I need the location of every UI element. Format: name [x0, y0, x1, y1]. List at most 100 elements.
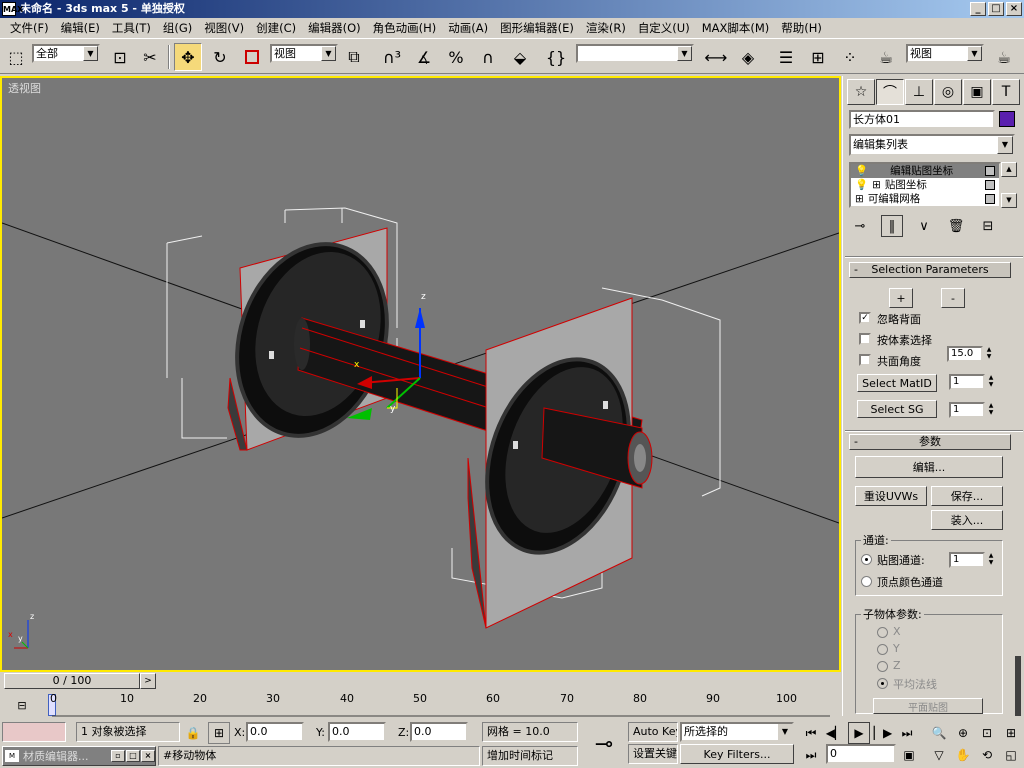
x-coordinate-field[interactable]: 0.0: [246, 722, 304, 742]
parameters-rollout[interactable]: - 参数: [849, 434, 1011, 450]
stack-item[interactable]: 💡 编辑贴图坐标: [851, 164, 999, 178]
panel-scrollbar[interactable]: [1015, 656, 1021, 716]
menu-create[interactable]: 创建(C): [250, 20, 302, 36]
menu-tools[interactable]: 工具(T): [106, 20, 157, 36]
save-button[interactable]: 保存...: [931, 486, 1003, 506]
key-mode-toggle-icon[interactable]: ⏭: [800, 744, 822, 766]
planar-map-button[interactable]: 平面贴图: [873, 698, 983, 714]
angle-snap-icon[interactable]: ∡: [410, 43, 438, 71]
stack-scrollbar[interactable]: ▲ ▼: [1001, 162, 1017, 208]
menu-group[interactable]: 组(G): [157, 20, 198, 36]
spinner-snap-icon[interactable]: ∩: [474, 43, 502, 71]
pin-stack-icon[interactable]: ⊸: [849, 215, 871, 237]
utilities-tab-icon[interactable]: T: [992, 79, 1020, 105]
display-tab-icon[interactable]: ▣: [963, 79, 991, 105]
key-icon[interactable]: ⊸: [586, 730, 622, 758]
scroll-up-icon[interactable]: ▲: [1001, 162, 1017, 177]
close-button[interactable]: ×: [1006, 2, 1022, 16]
menu-animation[interactable]: 动画(A): [442, 20, 494, 36]
object-name-field[interactable]: 长方体01: [849, 110, 995, 129]
y-coordinate-field[interactable]: 0.0: [328, 722, 386, 742]
quick-render-icon[interactable]: ☕: [990, 43, 1018, 71]
schematic-view-icon[interactable]: ⊞: [804, 43, 832, 71]
zoom-extents-icon[interactable]: ⊡: [976, 722, 998, 744]
load-button[interactable]: 装入...: [931, 510, 1003, 530]
edit-uvw-button[interactable]: 编辑...: [855, 456, 1003, 478]
select-by-name-icon[interactable]: ⊡: [106, 43, 134, 71]
key-mode-dropdown[interactable]: 所选择的 ▼: [680, 722, 794, 742]
menu-maxscript[interactable]: MAX脚本(M): [696, 20, 776, 36]
menu-edit[interactable]: 编辑(E): [55, 20, 106, 36]
avg-normals-radio[interactable]: [877, 678, 888, 689]
menu-graph-editors[interactable]: 图形编辑器(E): [494, 20, 580, 36]
auto-key-button[interactable]: Auto Key: [628, 722, 678, 742]
menu-modifiers[interactable]: 编辑器(O): [302, 20, 367, 36]
select-and-link-icon[interactable]: ✂: [136, 43, 164, 71]
vertex-color-channel-radio[interactable]: [861, 576, 872, 587]
minimize-button[interactable]: _: [970, 2, 986, 16]
zoom-extents-all-icon[interactable]: ⊞: [1000, 722, 1022, 744]
track-view-icon[interactable]: ☰: [772, 43, 800, 71]
edit-named-selection-icon[interactable]: {}: [542, 43, 570, 71]
current-frame-field[interactable]: 0: [826, 744, 896, 764]
add-time-tag[interactable]: 增加时间标记: [482, 746, 578, 766]
absolute-mode-icon[interactable]: ⊞: [208, 722, 230, 744]
shrink-selection-button[interactable]: -: [941, 288, 965, 308]
modify-tab-icon[interactable]: ⌒: [876, 79, 904, 105]
selection-filter-dropdown[interactable]: 全部 ▼: [32, 44, 100, 63]
lock-selection-icon[interactable]: 🔒: [182, 722, 204, 744]
select-matid-spinner[interactable]: 1 ▲ ▼: [949, 374, 993, 390]
maximize-icon[interactable]: □: [126, 750, 140, 762]
pivot-center-icon[interactable]: ⧉: [340, 43, 368, 71]
time-config-icon[interactable]: ▣: [898, 744, 920, 766]
remove-modifier-icon[interactable]: 🗑: [945, 215, 967, 237]
prev-frame-icon[interactable]: ◀▏: [824, 722, 846, 744]
named-selection-icon[interactable]: ⬙: [506, 43, 534, 71]
make-unique-icon[interactable]: ∨: [913, 215, 935, 237]
object-color-swatch[interactable]: [999, 111, 1015, 127]
menu-file[interactable]: 文件(F): [4, 20, 55, 36]
select-sg-spinner[interactable]: 1 ▲ ▼: [949, 402, 993, 418]
pan-icon[interactable]: ✋: [952, 744, 974, 766]
track-bar[interactable]: ⊟ 0 10 20 30 40 50 60 70 80 90 100: [0, 692, 841, 718]
render-scene-icon[interactable]: ☕: [872, 43, 900, 71]
play-icon[interactable]: ▶: [848, 722, 870, 744]
maxscript-listener[interactable]: [2, 722, 66, 742]
select-and-rotate-icon[interactable]: ↻: [206, 43, 234, 71]
mirror-icon[interactable]: ⟷: [702, 43, 730, 71]
perspective-viewport[interactable]: 透视图 z x y z x y: [0, 76, 841, 672]
create-tab-icon[interactable]: ☆: [847, 79, 875, 105]
zoom-icon[interactable]: 🔍: [928, 722, 950, 744]
select-matid-button[interactable]: Select MatID: [857, 374, 937, 392]
axis-y-radio[interactable]: [877, 644, 888, 655]
align-icon[interactable]: ◈: [734, 43, 762, 71]
z-coordinate-field[interactable]: 0.0: [410, 722, 468, 742]
zoom-all-icon[interactable]: ⊕: [952, 722, 974, 744]
key-filters-button[interactable]: Key Filters...: [680, 744, 794, 764]
material-editor-icon[interactable]: ⁘: [836, 43, 864, 71]
reset-uvws-button[interactable]: 重设UVWs: [855, 486, 927, 506]
select-region-icon[interactable]: ⬚: [2, 43, 30, 71]
time-slider-thumb[interactable]: 0 / 100: [4, 673, 140, 689]
map-channel-spinner[interactable]: 1 ▲ ▼: [949, 552, 993, 568]
time-slider[interactable]: 0 / 100 >: [0, 672, 841, 690]
expand-icon[interactable]: ⊞: [872, 178, 881, 192]
named-selection-dropdown[interactable]: ▼: [576, 44, 694, 63]
menu-character[interactable]: 角色动画(H): [367, 20, 443, 36]
selection-parameters-rollout[interactable]: - Selection Parameters: [849, 262, 1011, 278]
select-and-scale-icon[interactable]: [238, 43, 266, 71]
go-to-start-icon[interactable]: ⏮: [800, 722, 822, 744]
configure-sets-icon[interactable]: ⊟: [977, 215, 999, 237]
planar-angle-checkbox[interactable]: [859, 354, 871, 366]
map-channel-radio[interactable]: [861, 554, 872, 565]
material-editor-taskbar-item[interactable]: M 材质编辑器... ▫ □ ×: [2, 746, 156, 766]
expand-icon[interactable]: ⊞: [855, 192, 864, 206]
arc-rotate-icon[interactable]: ⟲: [976, 744, 998, 766]
close-icon[interactable]: ×: [141, 750, 155, 762]
modifier-list-dropdown[interactable]: 编辑集列表 ▼: [849, 134, 1015, 156]
maximize-viewport-icon[interactable]: ◱: [1000, 744, 1022, 766]
motion-tab-icon[interactable]: ◎: [934, 79, 962, 105]
menu-customize[interactable]: 自定义(U): [632, 20, 696, 36]
axis-z-radio[interactable]: [877, 661, 888, 672]
select-by-element-checkbox[interactable]: [859, 333, 871, 345]
